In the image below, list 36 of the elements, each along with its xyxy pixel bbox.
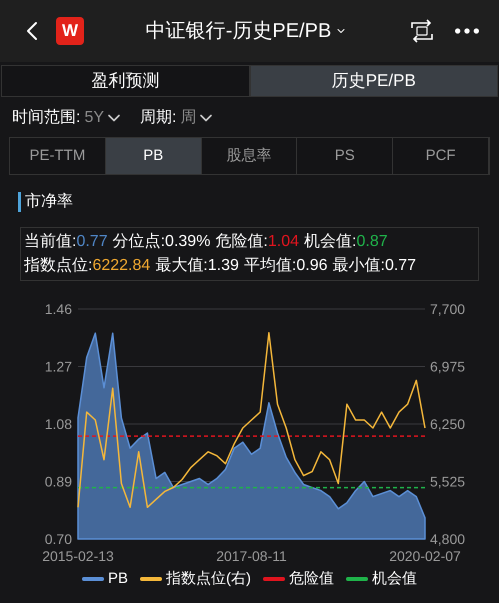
stat-text: 分位点:0.39% (112, 232, 210, 252)
y-axis-label: 4,800 (430, 531, 466, 547)
y-axis-label: 1.08 (44, 416, 72, 432)
stat-text: 机会值:0.87 (304, 232, 388, 252)
stat-text: 指数点位:6222.84 (24, 256, 150, 276)
stat-text: 危险值:1.04 (215, 232, 300, 252)
filter-label: 时间范围: (12, 108, 80, 128)
legend-label: 指数点位(右) (166, 569, 251, 589)
stat-text: 最小值:0.77 (332, 256, 416, 276)
app-logo: W (56, 17, 84, 45)
legend-label: PB (108, 569, 128, 589)
x-axis-label: 2020-02-07 (389, 548, 461, 564)
stat-text: 当前值:0.77 (24, 232, 108, 252)
y-axis-label: 7,700 (430, 301, 466, 317)
y-axis-label: 6,250 (430, 416, 466, 432)
filter-label: 周期: (140, 108, 176, 128)
stat-text: 最大值:1.39 (155, 256, 239, 276)
filter-dropdown[interactable]: 周 (180, 106, 216, 130)
y-axis-label: 0.70 (44, 531, 72, 547)
y-axis-label: 0.89 (44, 474, 72, 490)
x-axis-label: 2017-08-11 (216, 548, 287, 564)
swap-icon[interactable] (409, 19, 435, 43)
x-axis-label: 2015-02-13 (42, 548, 114, 564)
legend-label: 机会值 (372, 569, 417, 589)
filter-dropdown[interactable]: 5Y (84, 106, 124, 130)
y-axis-label: 1.46 (44, 301, 72, 317)
y-axis-label: 6,975 (430, 358, 466, 374)
y-axis-label: 1.27 (44, 358, 72, 374)
section-title: 市净率 (25, 192, 73, 212)
segment-tab[interactable]: 盈利预测 (1, 65, 250, 97)
metric-tab[interactable]: PB (106, 138, 202, 174)
segment-tab[interactable]: 历史PE/PB (250, 65, 498, 97)
stat-text: 平均值:0.96 (244, 256, 328, 276)
y-axis-label: 5,525 (430, 474, 466, 490)
legend-label: 危险值 (289, 569, 334, 589)
page-title[interactable]: 中证银行-历史PE/PB (146, 16, 332, 46)
